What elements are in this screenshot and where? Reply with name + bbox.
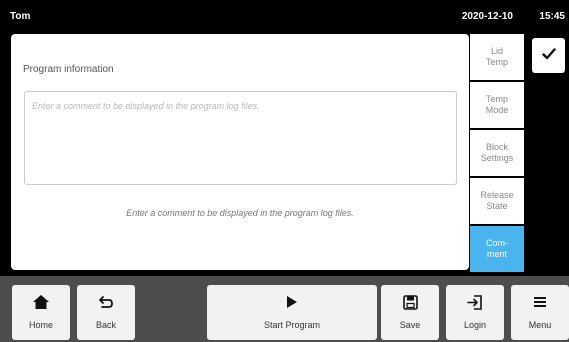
home-icon <box>32 293 50 311</box>
login-label: Login <box>463 320 487 330</box>
tab-temp-mode[interactable]: Temp Mode <box>470 82 524 128</box>
save-label: Save <box>399 320 421 330</box>
bottom-nav-bar: Home Back Start Program Save Login Menu <box>0 276 569 342</box>
login-button[interactable]: Login <box>446 285 504 340</box>
tab-comment[interactable]: Com- ment <box>470 226 524 272</box>
save-icon <box>402 293 418 311</box>
comment-hint: Enter a comment to be displayed in the p… <box>126 208 354 218</box>
tab-block-settings[interactable]: Block Settings <box>470 130 524 176</box>
home-label: Home <box>28 320 53 330</box>
menu-icon <box>533 293 547 311</box>
save-button[interactable]: Save <box>381 285 439 340</box>
tab-release-state[interactable]: Release State <box>470 178 524 224</box>
comment-input[interactable]: Enter a comment to be displayed in the p… <box>24 91 457 185</box>
back-label: Back <box>95 320 116 330</box>
back-button[interactable]: Back <box>77 285 135 340</box>
menu-label: Menu <box>528 320 552 330</box>
menu-button[interactable]: Menu <box>511 285 569 340</box>
play-icon <box>286 293 298 311</box>
status-bar: Tom 2020-12-10 15:45 <box>0 0 569 30</box>
login-icon <box>467 293 483 311</box>
status-time: 15:45 <box>539 11 565 22</box>
checkmark-icon <box>541 47 556 65</box>
comment-placeholder: Enter a comment to be displayed in the p… <box>32 101 260 111</box>
confirm-button[interactable] <box>532 38 565 73</box>
tab-lid-temp[interactable]: Lid Temp <box>470 34 524 80</box>
program-information-panel: Program information Enter a comment to b… <box>11 34 469 270</box>
status-date: 2020-12-10 <box>461 11 513 22</box>
start-program-button[interactable]: Start Program <box>207 285 377 340</box>
user-name: Tom <box>10 11 31 22</box>
home-button[interactable]: Home <box>12 285 70 340</box>
side-tabs: Lid Temp Temp Mode Block Settings Releas… <box>470 34 525 272</box>
section-title: Program information <box>23 64 114 75</box>
back-arrow-icon <box>98 293 114 311</box>
start-program-label: Start Program <box>263 320 321 330</box>
